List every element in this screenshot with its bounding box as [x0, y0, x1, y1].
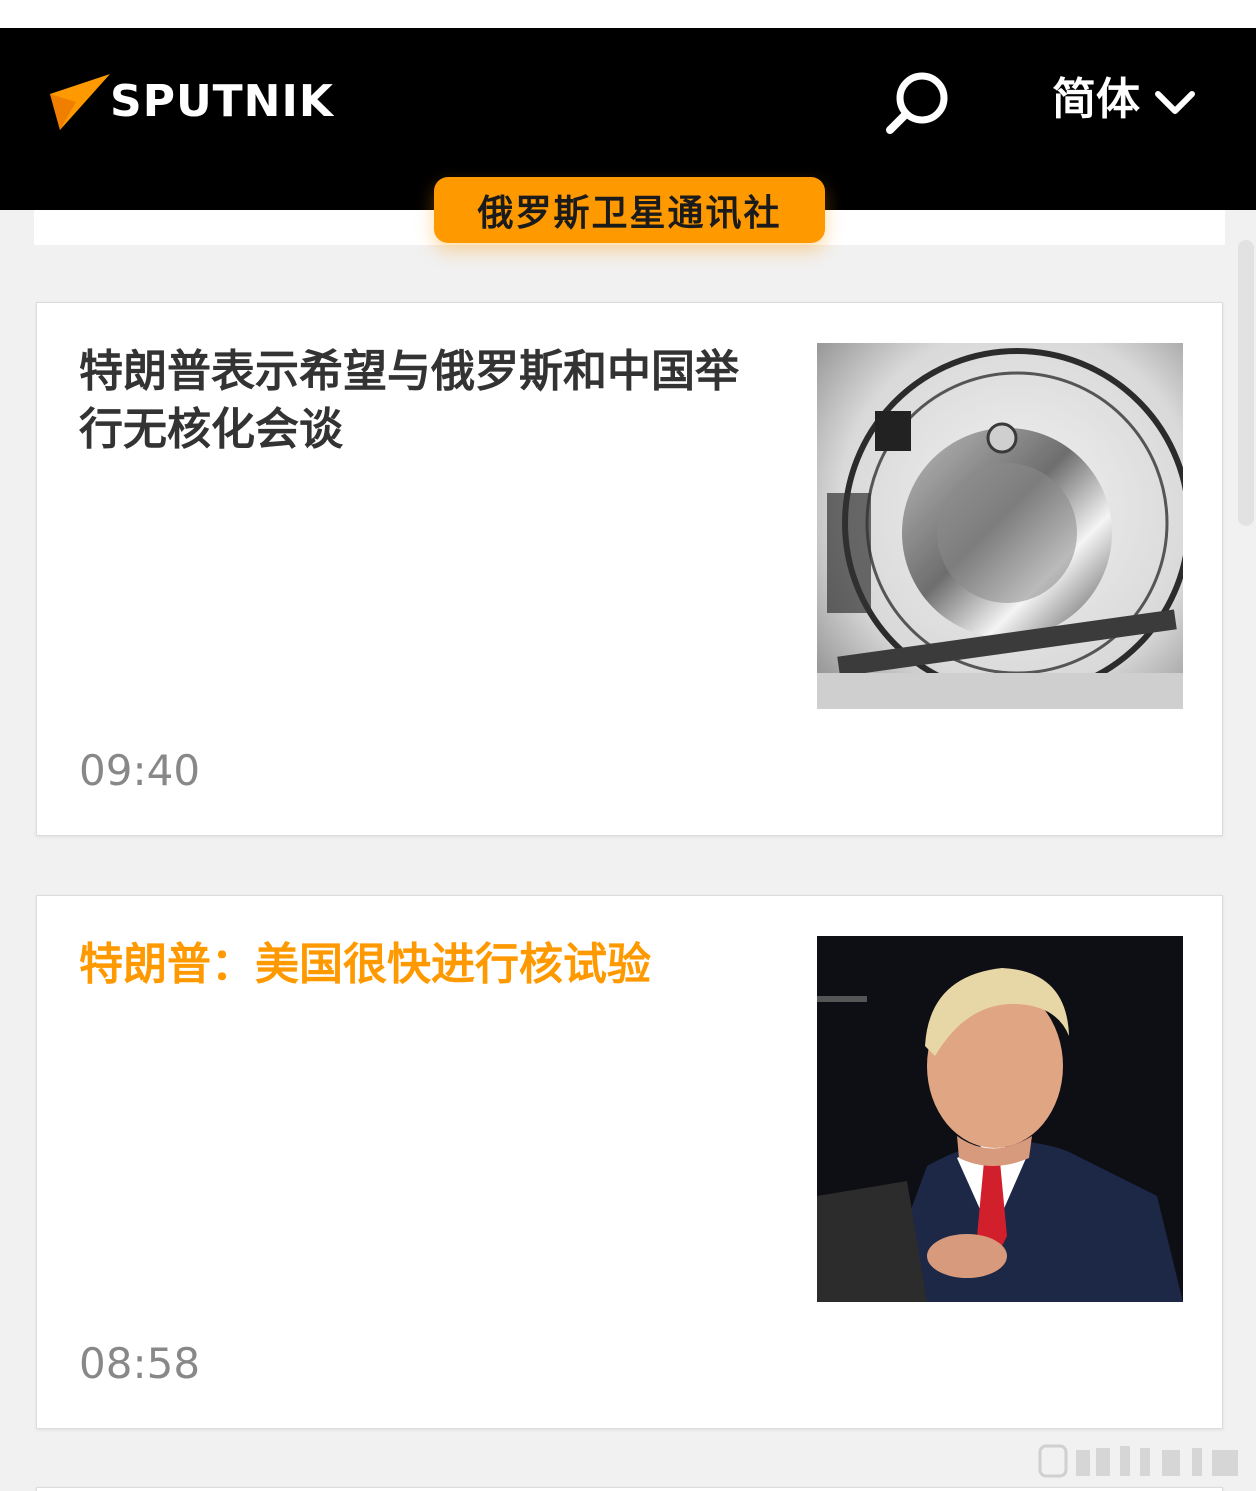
language-selector[interactable]: 简体 — [1052, 68, 1202, 132]
article-thumbnail[interactable] — [817, 343, 1183, 709]
article-title[interactable]: 特朗普：美国很快进行核试验 — [79, 936, 759, 994]
page: SPUTNIK 简体 俄罗斯卫星通讯社 特朗普表示希望与俄罗斯和中国举行无核化会… — [0, 0, 1256, 1491]
sputnik-logo[interactable]: SPUTNIK — [46, 72, 346, 132]
search-icon — [886, 72, 948, 134]
article-time: 09:40 — [79, 746, 201, 795]
article-card[interactable]: 特朗普：美国很快进行核试验 08:58 — [36, 895, 1223, 1429]
watermark-icon — [1038, 1444, 1238, 1478]
article-time: 08:58 — [79, 1339, 201, 1388]
logo-text: SPUTNIK — [110, 76, 334, 127]
search-button[interactable] — [880, 68, 956, 140]
article-title[interactable]: 特朗普表示希望与俄罗斯和中国举行无核化会谈 — [79, 343, 759, 459]
missile-nosecone-photo-icon — [817, 343, 1183, 709]
article-card[interactable]: 特朗普表示希望与俄罗斯和中国举行无核化会谈 09:40 — [36, 302, 1223, 836]
brand-badge[interactable]: 俄罗斯卫星通讯社 — [434, 177, 825, 243]
article-card[interactable] — [36, 1487, 1223, 1491]
article-thumbnail[interactable] — [817, 936, 1183, 1302]
sputnik-logo-icon — [50, 74, 110, 130]
top-strip — [0, 0, 1256, 28]
scrollbar-thumb[interactable] — [1238, 240, 1254, 526]
chevron-down-icon — [1155, 91, 1195, 114]
language-label: 简体 — [1052, 74, 1140, 125]
speaker-portrait-photo-icon — [817, 936, 1183, 1302]
watermark-logo — [1036, 1440, 1246, 1482]
